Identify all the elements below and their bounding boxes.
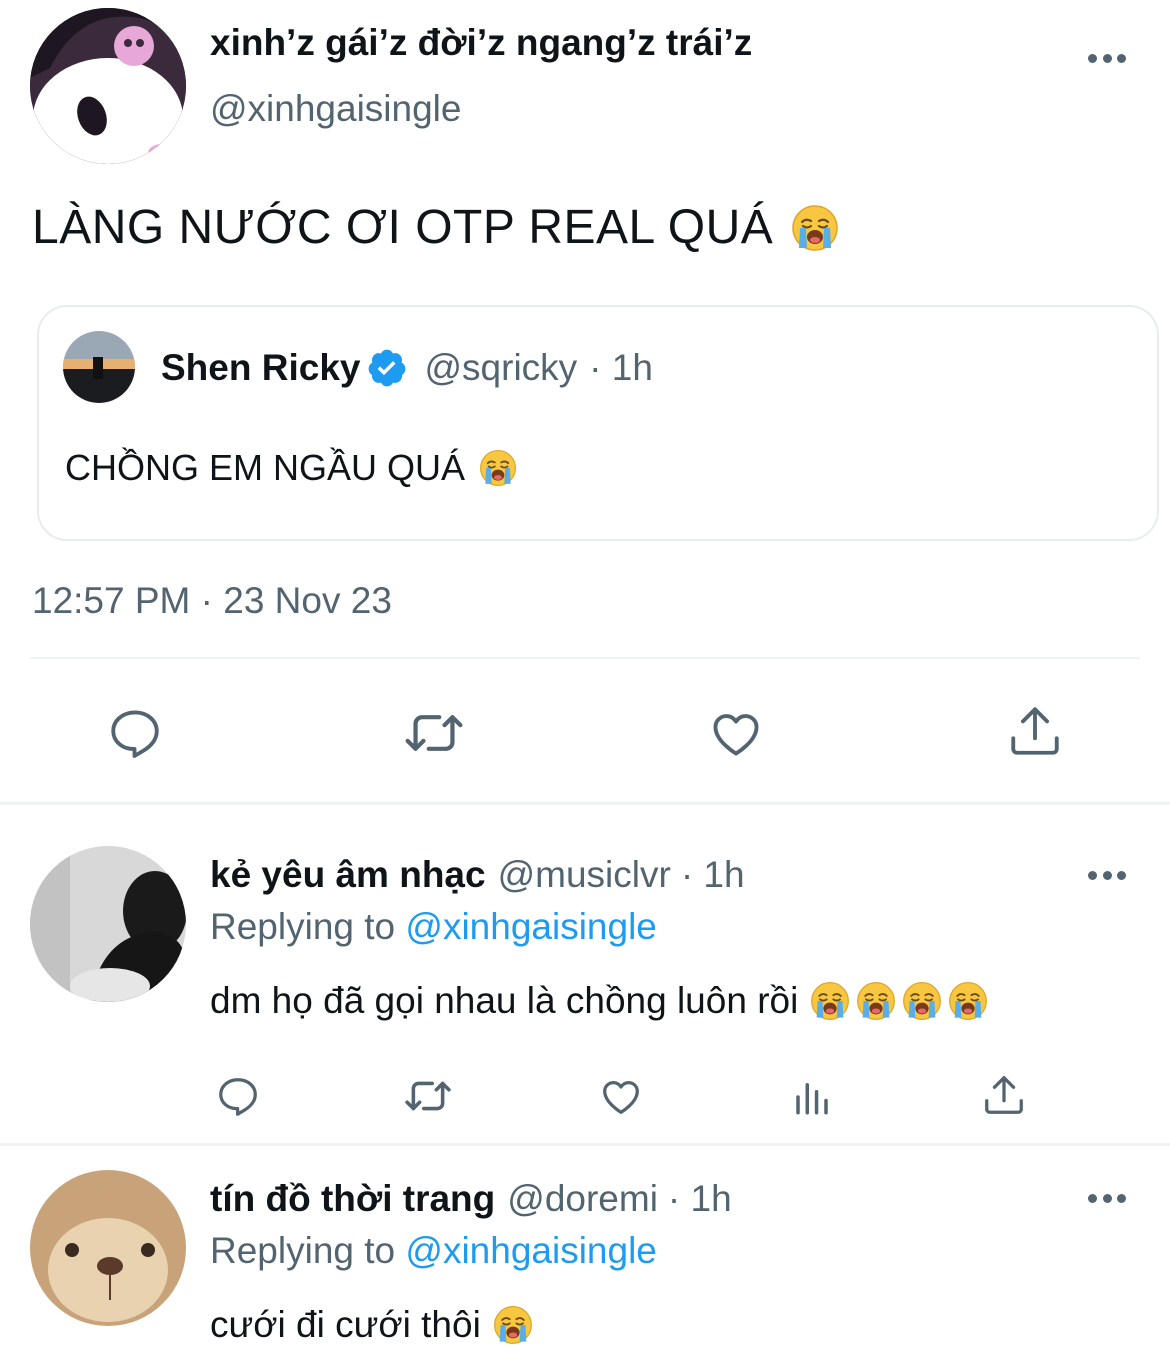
reply-text: cưới đi cưới thôi xyxy=(210,1304,533,1346)
retweet-icon[interactable] xyxy=(402,704,466,762)
analytics-icon[interactable] xyxy=(791,1076,833,1118)
quote-text-content: CHỒNG EM NGẦU QUÁ xyxy=(65,447,466,488)
quote-author-avatar xyxy=(63,331,135,403)
reply-time: · 1h xyxy=(680,854,745,895)
replying-to-handle-link[interactable]: @xinhgaisingle xyxy=(405,906,656,947)
quote-header: Shen Ricky @sqricky · 1h xyxy=(161,347,653,389)
tweet-timestamp[interactable]: 12:57 PM · 23 Nov 23 xyxy=(32,580,392,622)
quote-text: CHỒNG EM NGẦU QUÁ xyxy=(65,447,517,489)
reply-text-content: cưới đi cưới thôi xyxy=(210,1304,481,1345)
replying-to-label: Replying to xyxy=(210,1230,396,1271)
author-display-name[interactable]: xinh’z gái’z đời’z ngang’z trái’z xyxy=(210,22,752,64)
more-options-icon[interactable] xyxy=(1088,52,1126,64)
reply-header: tín đồ thời trang @doremi · 1h xyxy=(210,1178,732,1220)
reply-time: · 1h xyxy=(667,1178,732,1219)
share-icon[interactable] xyxy=(1006,702,1064,760)
verified-badge-icon xyxy=(369,349,406,387)
replying-to-handle-link[interactable]: @xinhgaisingle xyxy=(405,1230,656,1271)
section-divider xyxy=(0,1143,1170,1146)
loudly-crying-face-icon xyxy=(791,204,839,252)
retweet-icon[interactable] xyxy=(401,1073,455,1119)
loudly-crying-face-icon xyxy=(902,981,942,1021)
replying-to: Replying to @xinhgaisingle xyxy=(210,906,657,948)
loudly-crying-face-icon xyxy=(948,981,988,1021)
tweet-text: LÀNG NƯỚC ƠI OTP REAL QUÁ xyxy=(32,200,839,255)
like-icon[interactable] xyxy=(706,704,766,762)
quote-handle: @sqricky xyxy=(424,347,578,388)
replying-to-label: Replying to xyxy=(210,906,396,947)
like-icon[interactable] xyxy=(597,1073,645,1119)
more-options-icon[interactable] xyxy=(1088,1192,1126,1204)
section-divider xyxy=(0,802,1170,805)
reply-avatar[interactable] xyxy=(30,1170,186,1326)
reply-handle[interactable]: @musiclvr xyxy=(498,854,671,896)
reply-icon[interactable] xyxy=(106,704,164,762)
loudly-crying-face-icon xyxy=(479,449,517,487)
more-options-icon[interactable] xyxy=(1088,869,1126,881)
loudly-crying-face-icon xyxy=(493,1305,533,1345)
share-icon[interactable] xyxy=(981,1072,1027,1118)
reply-text-content: dm họ đã gọi nhau là chồng luôn rồi xyxy=(210,980,799,1021)
reply-display-name[interactable]: tín đồ thời trang xyxy=(210,1178,495,1220)
loudly-crying-face-icon xyxy=(810,981,850,1021)
quote-display-name: Shen Ricky xyxy=(161,347,361,388)
tweet-text-content: LÀNG NƯỚC ƠI OTP REAL QUÁ xyxy=(32,201,774,254)
author-handle[interactable]: @xinhgaisingle xyxy=(210,88,461,130)
reply-display-name[interactable]: kẻ yêu âm nhạc xyxy=(210,854,486,896)
reply-avatar[interactable] xyxy=(30,846,186,1002)
reply-text: dm họ đã gọi nhau là chồng luôn rồi xyxy=(210,980,988,1022)
loudly-crying-face-icon xyxy=(856,981,896,1021)
timestamp-divider xyxy=(30,657,1140,659)
quote-tweet-card[interactable]: Shen Ricky @sqricky · 1h CHỒNG EM NGẦU Q… xyxy=(37,305,1159,541)
quote-time: · 1h xyxy=(589,347,653,388)
author-avatar[interactable] xyxy=(30,8,186,164)
replying-to: Replying to @xinhgaisingle xyxy=(210,1230,657,1272)
reply-header: kẻ yêu âm nhạc @musiclvr · 1h xyxy=(210,854,745,896)
reply-handle[interactable]: @doremi xyxy=(507,1178,658,1220)
reply-icon[interactable] xyxy=(215,1073,261,1119)
